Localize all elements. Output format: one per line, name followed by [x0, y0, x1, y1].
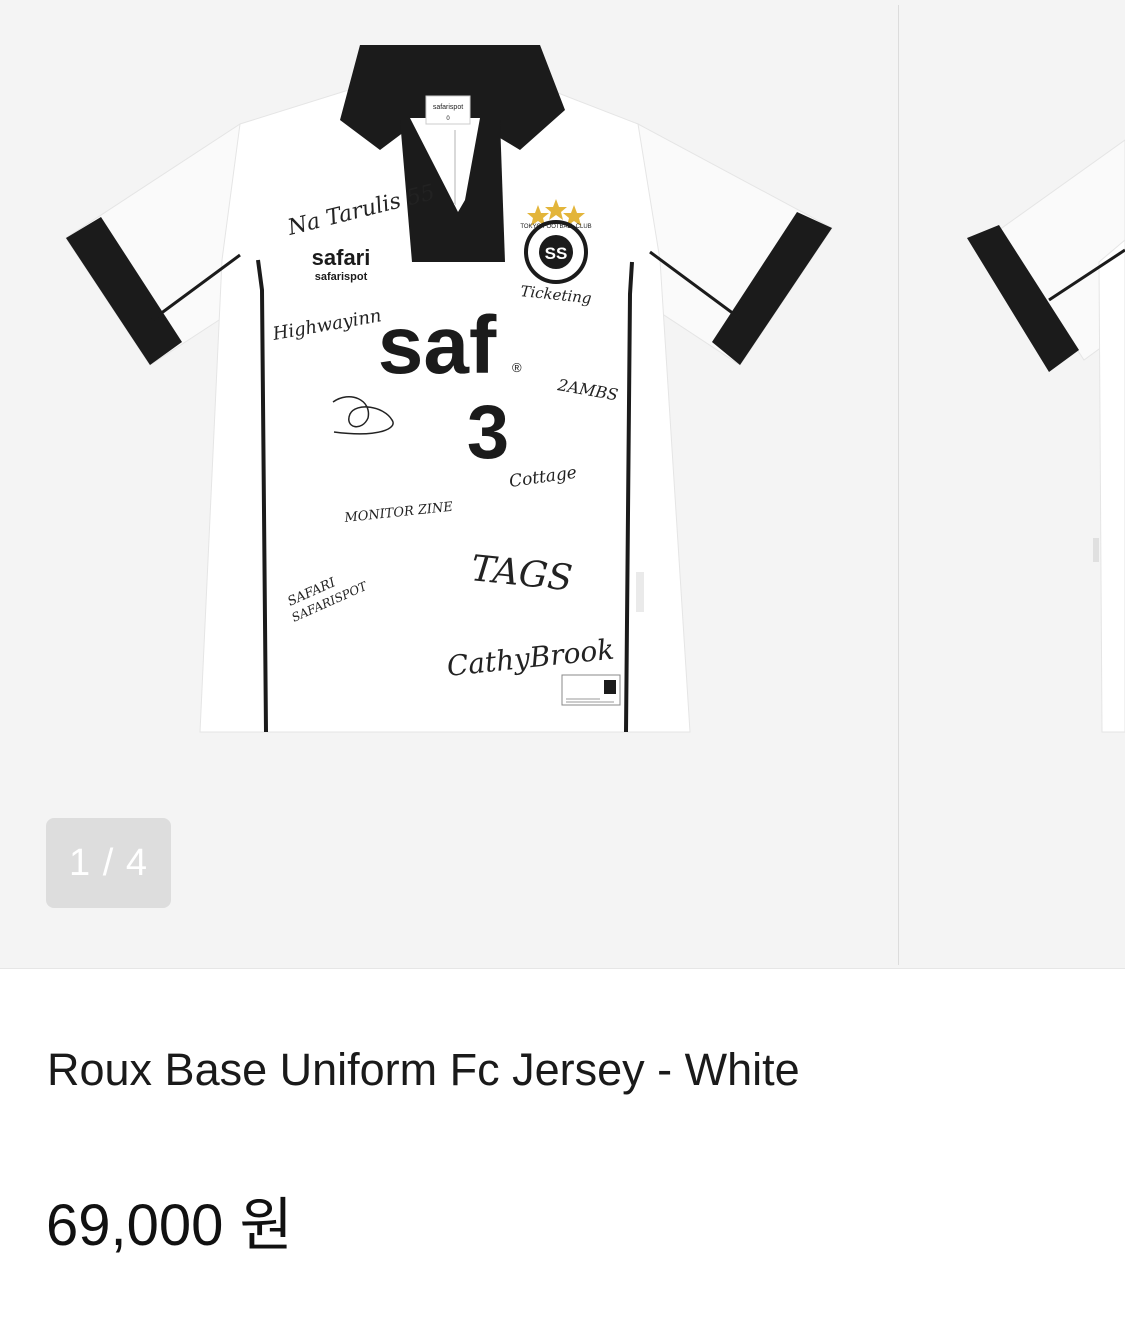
jersey-number: 3 — [467, 390, 509, 475]
main-logo-saf: saf — [378, 300, 497, 391]
product-title: Roux Base Uniform Fc Jersey - White — [47, 1044, 800, 1095]
jersey-image-next — [967, 139, 1125, 733]
gallery-slide-current[interactable]: safarispot 0 safari safarispot SS TOKYO … — [0, 0, 898, 968]
chest-logo-safarispot: safarispot — [315, 271, 368, 283]
product-image-gallery[interactable]: safarispot 0 safari safarispot SS TOKYO … — [0, 0, 1125, 969]
product-price: 69,000 원 — [46, 1193, 293, 1258]
gallery-slide-next[interactable] — [899, 0, 1125, 968]
svg-text:safarispot: safarispot — [433, 104, 463, 111]
svg-text:®: ® — [512, 360, 522, 375]
svg-text:TOKYO FOOTBALL CLUB: TOKYO FOOTBALL CLUB — [520, 224, 591, 230]
svg-text:SS: SS — [545, 244, 568, 263]
gallery-counter: 1 / 4 — [46, 818, 171, 908]
chest-logo-safari: safari — [312, 245, 371, 270]
side-tag — [636, 572, 644, 612]
